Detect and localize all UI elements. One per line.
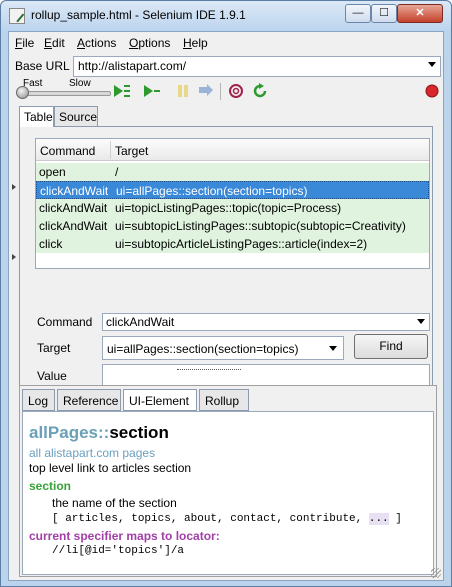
element-description: top level link to articles section xyxy=(29,461,192,475)
row-target: / xyxy=(115,165,119,179)
menu-bar: File Edit Actions Options Help xyxy=(9,32,443,54)
window-title: rollup_sample.html - Selenium IDE 1.9.1 xyxy=(31,8,246,22)
row-target: ui=subtopicArticleListingPages::article(… xyxy=(115,237,368,251)
panel-splitter[interactable] xyxy=(9,367,443,375)
menu-options-accel: O xyxy=(129,36,139,50)
tab-log[interactable]: Log xyxy=(22,389,55,411)
menu-options-rest: ptions xyxy=(138,36,171,50)
bottom-pane: Log Reference UI-Element Rollup allPages… xyxy=(19,385,437,577)
element-title: allPages::section xyxy=(29,423,169,443)
menu-file[interactable]: File xyxy=(15,36,34,50)
row-target: ui=topicListingPages::topic(topic=Proces… xyxy=(115,201,342,215)
maximize-button[interactable]: ☐ xyxy=(371,4,397,23)
base-url-field[interactable]: http://alistapart.com/ xyxy=(73,56,441,77)
header-command[interactable]: Command xyxy=(40,144,95,158)
menu-help[interactable]: Help xyxy=(183,36,208,50)
command-label: Command xyxy=(37,315,93,329)
resize-grip-icon[interactable] xyxy=(431,568,441,578)
sidebar-expand-arrow-icon[interactable] xyxy=(12,254,16,260)
tab-table[interactable]: Table xyxy=(19,106,54,127)
tab-rollup[interactable]: Rollup xyxy=(199,389,249,411)
record-icon[interactable] xyxy=(423,83,441,99)
base-url-value: http://alistapart.com/ xyxy=(78,59,187,73)
menu-edit[interactable]: Edit xyxy=(44,36,65,50)
target-field[interactable]: ui=allPages::section(section=topics) xyxy=(102,336,344,360)
locator-value: //li[@id='topics']/a xyxy=(52,545,185,557)
element-namespace: allPages:: xyxy=(29,423,110,442)
row-command: clickAndWait xyxy=(40,184,109,198)
speed-slider-handle[interactable] xyxy=(16,86,29,99)
table-row[interactable]: clickAndWait ui=subtopicListingPages::su… xyxy=(36,217,429,235)
minimize-button[interactable]: — xyxy=(345,4,371,23)
menu-edit-accel: E xyxy=(44,36,53,50)
selenium-app-icon xyxy=(9,8,25,24)
argument-values-list: [ articles, topics, about, contact, cont… xyxy=(52,513,369,525)
base-url-dropdown-icon[interactable] xyxy=(428,62,436,67)
target-label: Target xyxy=(37,341,71,355)
title-bar[interactable]: rollup_sample.html - Selenium IDE 1.9.1 … xyxy=(1,1,451,31)
column-divider[interactable] xyxy=(110,141,111,159)
target-dropdown-icon[interactable] xyxy=(329,346,337,351)
play-suite-icon[interactable] xyxy=(113,83,131,99)
tab-reference[interactable]: Reference xyxy=(57,389,121,411)
reload-icon[interactable] xyxy=(251,83,269,99)
argument-description: the name of the section xyxy=(52,496,177,510)
element-name: section xyxy=(109,423,169,442)
row-command: click xyxy=(39,237,63,251)
menu-file-rest: ile xyxy=(22,36,35,50)
locator-heading: current specifier maps to locator: xyxy=(29,529,220,543)
table-panel: Command Target open / clickAndWait ui=al… xyxy=(19,126,433,396)
header-target[interactable]: Target xyxy=(115,144,148,158)
menu-help-accel: H xyxy=(183,36,192,50)
argument-name: section xyxy=(29,479,72,493)
row-command: open xyxy=(39,165,66,179)
command-field[interactable]: clickAndWait xyxy=(102,313,430,331)
menu-options[interactable]: Options xyxy=(129,36,170,50)
app-content: File Edit Actions Options Help Base URL … xyxy=(8,31,444,581)
command-value: clickAndWait xyxy=(106,315,175,329)
toolbar-separator xyxy=(220,83,221,100)
splitter-grip-icon[interactable] xyxy=(177,369,241,373)
table-row-selected[interactable]: clickAndWait ui=allPages::section(sectio… xyxy=(36,181,429,199)
argument-values-more[interactable]: ... xyxy=(368,513,389,525)
menu-actions-accel: A xyxy=(77,36,86,50)
row-target: ui=allPages::section(section=topics) xyxy=(116,184,308,198)
command-dropdown-icon[interactable] xyxy=(417,319,425,324)
app-window: rollup_sample.html - Selenium IDE 1.9.1 … xyxy=(0,0,452,587)
step-icon[interactable] xyxy=(197,83,215,99)
ui-element-content: allPages::section all alistapart.com pag… xyxy=(22,411,434,575)
row-target: ui=subtopicListingPages::subtopic(subtop… xyxy=(115,219,406,233)
menu-actions-rest: ctions xyxy=(85,36,117,50)
speed-slider-track[interactable] xyxy=(17,91,111,96)
rollup-icon[interactable] xyxy=(227,83,245,99)
tab-source[interactable]: Source xyxy=(54,106,98,126)
command-table: Command Target open / clickAndWait ui=al… xyxy=(35,138,430,269)
sidebar-expand-arrow-icon[interactable] xyxy=(12,184,16,190)
argument-values-end: ] xyxy=(388,513,402,525)
menu-edit-rest: dit xyxy=(52,36,65,50)
speed-slow-label: Slow xyxy=(69,78,91,89)
toolbar: Fast Slow xyxy=(9,78,443,100)
target-value: ui=allPages::section(section=topics) xyxy=(107,342,299,356)
table-header: Command Target xyxy=(36,139,429,161)
argument-values: [ articles, topics, about, contact, cont… xyxy=(52,513,402,525)
close-button[interactable]: ✕ xyxy=(397,4,443,23)
table-row[interactable]: open / xyxy=(36,163,429,181)
tab-ui-element[interactable]: UI-Element xyxy=(123,389,197,411)
menu-help-rest: elp xyxy=(191,36,208,50)
menu-actions[interactable]: Actions xyxy=(77,36,116,50)
base-url-label: Base URL xyxy=(15,59,70,73)
row-command: clickAndWait xyxy=(39,201,108,215)
find-button[interactable]: Find xyxy=(354,334,428,359)
play-test-icon[interactable] xyxy=(143,83,161,99)
table-row[interactable]: click ui=subtopicArticleListingPages::ar… xyxy=(36,235,429,253)
pageset-description: all alistapart.com pages xyxy=(29,446,156,460)
row-command: clickAndWait xyxy=(39,219,108,233)
pause-icon[interactable] xyxy=(174,83,192,99)
table-row[interactable]: clickAndWait ui=topicListingPages::topic… xyxy=(36,199,429,217)
